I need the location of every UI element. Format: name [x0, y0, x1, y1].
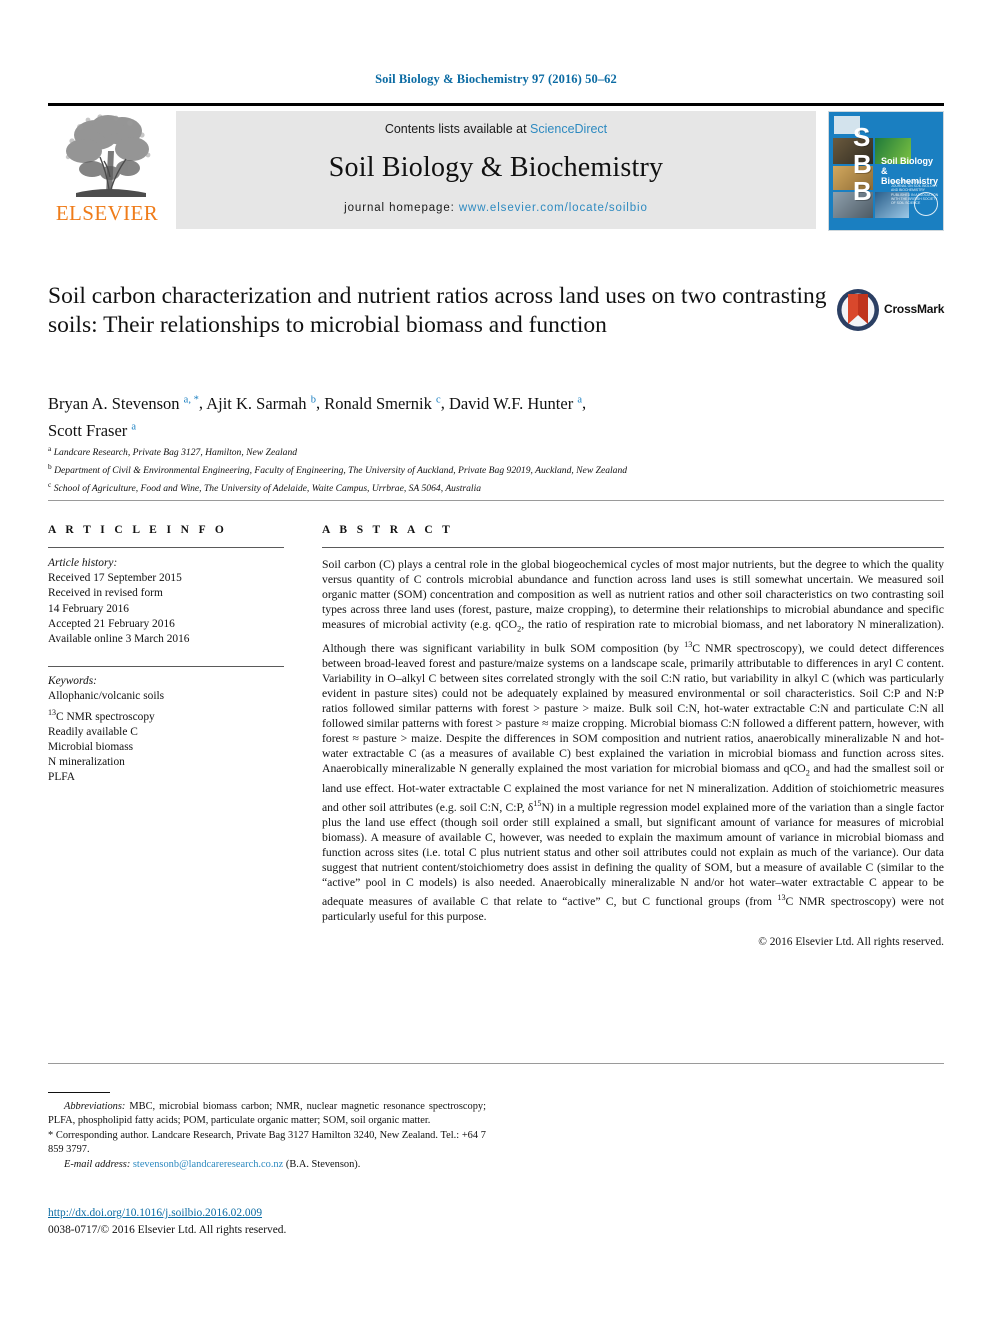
sciencedirect-link[interactable]: ScienceDirect — [530, 122, 607, 136]
footer-divider — [48, 1063, 944, 1064]
crossmark-label: CrossMark — [884, 302, 945, 316]
author-marks: a, * — [183, 394, 199, 405]
email-owner: (B.A. Stevenson). — [285, 1159, 361, 1170]
homepage-link[interactable]: www.elsevier.com/locate/soilbio — [459, 202, 648, 214]
article-info-column: A R T I C L E I N F O Article history: R… — [48, 524, 284, 785]
elsevier-tree-icon — [65, 114, 151, 197]
abstract-superscript: 13 — [684, 639, 693, 649]
elsevier-wordmark: ELSEVIER — [55, 201, 159, 225]
keywords-rule — [48, 666, 284, 668]
affiliation-mark: c — [48, 479, 52, 489]
journal-cover-thumbnail[interactable]: SBB Soil Biology & Biochemistry AN INTER… — [828, 111, 944, 231]
keyword-item: Allophanic/volcanic soils — [48, 690, 165, 703]
section-divider — [48, 500, 944, 501]
affiliation-text: Department of Civil & Environmental Engi… — [54, 464, 628, 476]
abstract-column: A B S T R A C T Soil carbon (C) plays a … — [322, 524, 944, 948]
affiliation-row: c School of Agriculture, Food and Wine, … — [48, 478, 928, 496]
doi-link[interactable]: http://dx.doi.org/10.1016/j.soilbio.2016… — [48, 1207, 262, 1219]
masthead-top-rule — [48, 103, 944, 106]
keywords-label: Keywords: — [48, 675, 97, 688]
history-line: Accepted 21 February 2016 — [48, 617, 175, 630]
affiliation-mark: b — [48, 461, 52, 471]
author-separator: , — [440, 393, 449, 413]
article-history-label: Article history: — [48, 557, 118, 569]
footnote-email: E-mail address: stevensonb@landcareresea… — [48, 1158, 486, 1172]
abstract-subscript: 2 — [517, 624, 522, 634]
history-line: Received in revised form — [48, 587, 163, 600]
contents-prefix: Contents lists available at — [384, 122, 527, 136]
history-line: Available online 3 March 2016 — [48, 633, 190, 646]
footnote-abbreviations: Abbreviations: MBC, microbial biomass ca… — [48, 1100, 486, 1128]
author-marks: a — [131, 421, 137, 433]
author-entry: Bryan A. Stevenson a, * — [48, 394, 199, 413]
keywords-block: Keywords: Allophanic/volcanic soils 13C … — [48, 674, 284, 785]
abstract-superscript: 13 — [777, 893, 786, 903]
abstract-rule — [322, 547, 944, 548]
contents-available-line: Contents lists available at ScienceDirec… — [176, 122, 816, 136]
cover-society-badge-icon — [914, 192, 938, 216]
abbreviations-label: Abbreviations: — [64, 1101, 126, 1112]
history-line: 14 February 2016 — [48, 602, 129, 615]
keyword-item: Microbial biomass — [48, 740, 134, 753]
abstract-subscript: 2 — [805, 768, 810, 778]
author-name: David W.F. Hunter — [448, 393, 574, 413]
homepage-prefix: journal homepage: — [344, 202, 455, 214]
paper-page: Soil Biology & Biochemistry 97 (2016) 50… — [0, 0, 992, 1323]
author-list: Bryan A. Stevenson a, *, Ajit K. Sarmah … — [48, 388, 908, 443]
author-name: Ronald Smernik — [324, 393, 432, 413]
keyword-superscript: 13 — [48, 707, 56, 717]
contents-band: Contents lists available at ScienceDirec… — [176, 111, 816, 229]
title-block: Soil carbon characterization and nutrien… — [48, 282, 838, 340]
journal-homepage-line: journal homepage: www.elsevier.com/locat… — [176, 202, 816, 214]
journal-title: Soil Biology & Biochemistry — [328, 152, 664, 183]
affiliation-text: Landcare Research, Private Bag 3127, Ham… — [53, 447, 298, 459]
journal-masthead: ELSEVIER Contents lists available at Sci… — [48, 103, 944, 231]
affiliation-list: a Landcare Research, Private Bag 3127, H… — [48, 442, 928, 495]
author-separator: , — [582, 393, 587, 413]
affiliation-text: School of Agriculture, Food and Wine, Th… — [53, 482, 482, 494]
author-name: Ajit K. Sarmah — [206, 393, 307, 413]
abstract-heading: A B S T R A C T — [322, 524, 454, 536]
issn-copyright-line: 0038-0717/© 2016 Elsevier Ltd. All right… — [48, 1224, 287, 1236]
crossmark-icon — [837, 289, 879, 331]
author-separator: , — [315, 393, 325, 413]
article-history: Article history: Received 17 September 2… — [48, 556, 284, 647]
running-head: Soil Biology & Biochemistry 97 (2016) 50… — [375, 72, 617, 86]
footnote-corresponding-author: * Corresponding author. Landcare Researc… — [48, 1130, 486, 1155]
article-info-heading: A R T I C L E I N F O — [48, 524, 228, 536]
elsevier-logo: ELSEVIER — [48, 111, 166, 231]
article-info-rule — [48, 547, 284, 548]
page-title: Soil carbon characterization and nutrien… — [48, 283, 827, 338]
author-entry: Ajit K. Sarmah b — [206, 394, 316, 413]
abstract-superscript: 15 — [533, 798, 542, 808]
author-entry: Ronald Smernik c — [324, 394, 441, 413]
cover-initials: SBB — [853, 122, 872, 206]
keyword-item: Readily available C — [48, 725, 138, 738]
author-entry: Scott Fraser a — [48, 421, 136, 440]
crossmark-badge[interactable]: CrossMark — [836, 288, 944, 334]
author-name: Scott Fraser — [48, 421, 128, 440]
author-entry: David W.F. Hunter a — [449, 394, 582, 413]
keyword-item: PLFA — [48, 771, 76, 784]
history-line: Received 17 September 2015 — [48, 572, 182, 585]
footer-doi-block: http://dx.doi.org/10.1016/j.soilbio.2016… — [48, 1205, 548, 1238]
affiliation-mark: a — [48, 444, 52, 453]
footnotes-block: Abbreviations: MBC, microbial biomass ca… — [48, 1092, 486, 1173]
author-name: Bryan A. Stevenson — [48, 393, 180, 413]
affiliation-row: b Department of Civil & Environmental En… — [48, 460, 928, 478]
footnote-rule — [48, 1092, 110, 1093]
affiliation-row: a Landcare Research, Private Bag 3127, H… — [48, 442, 928, 460]
keyword-item: 13C NMR spectroscopy — [48, 707, 155, 723]
email-label: E-mail address: — [64, 1159, 131, 1170]
abstract-copyright: © 2016 Elsevier Ltd. All rights reserved… — [758, 936, 944, 949]
email-link[interactable]: stevensonb@landcareresearch.co.nz — [133, 1159, 283, 1170]
keyword-item: N mineralization — [48, 756, 125, 769]
abstract-text: Soil carbon (C) plays a central role in … — [322, 558, 945, 924]
